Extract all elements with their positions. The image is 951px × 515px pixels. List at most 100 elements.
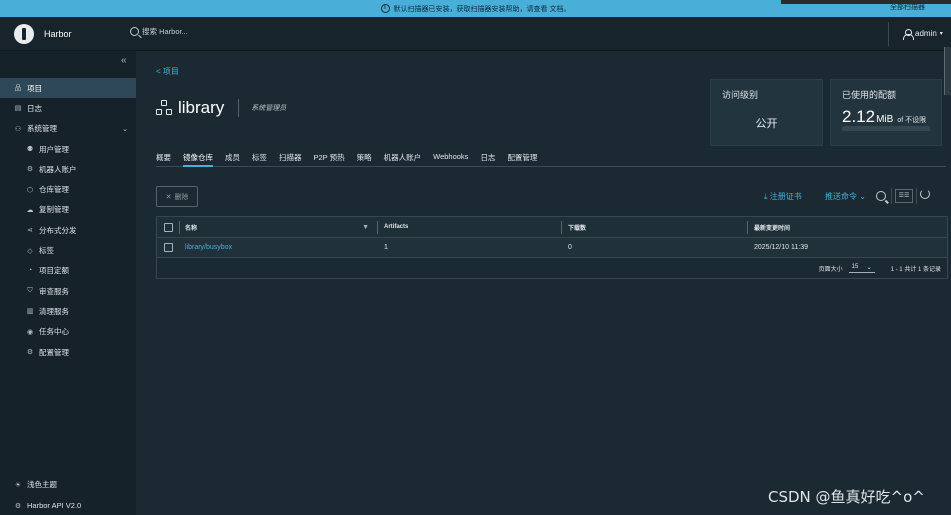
sidebar-item-logs[interactable]: ▤ 日志 <box>0 98 136 118</box>
table-footer: 页面大小 15 ⌄ 1 - 1 共计 1 条记录 <box>157 258 947 278</box>
registry-cert-link[interactable]: ⤓ 注册证书 <box>764 191 802 202</box>
users-icon: ⚉ <box>26 146 34 154</box>
theme-toggle[interactable]: ☀ 浅色主题 <box>0 474 136 495</box>
sidebar-item-replication[interactable]: ☁ 复制管理 <box>0 200 136 220</box>
tab-scanner[interactable]: 扫描器 <box>279 151 302 167</box>
push-command-dropdown[interactable]: 推送命令 ⌄ <box>825 191 866 202</box>
sidebar-item-tasks[interactable]: ◉ 任务中心 <box>0 322 136 342</box>
sidebar-item-registries[interactable]: ⬡ 仓库管理 <box>0 179 136 199</box>
project-icon <box>156 100 172 116</box>
sidebar-item-label: 任务中心 <box>39 327 69 337</box>
column-divider <box>561 221 562 234</box>
harbor-logo-icon[interactable] <box>14 23 34 44</box>
cert-label: 注册证书 <box>769 192 802 201</box>
tab-policy[interactable]: 策略 <box>357 151 372 167</box>
tab-logs[interactable]: 日志 <box>480 151 495 167</box>
sidebar-item-distribution[interactable]: ⋖ 分布式分发 <box>0 220 136 240</box>
tab-p2p-preheat[interactable]: P2P 预热 <box>314 151 345 167</box>
row-checkbox[interactable] <box>163 243 173 252</box>
scan-all-link[interactable]: 全部扫描器 <box>890 2 925 12</box>
col-artifacts-label: Artifacts <box>384 224 409 230</box>
sidebar-item-gc[interactable]: ▥ 清理服务 <box>0 301 136 321</box>
main-content: < 项目 library 系统管理员 访问级别 公开 已使用的配额 2.12 M… <box>136 51 951 515</box>
sidebar-item-label: 审查服务 <box>39 286 69 296</box>
api-link[interactable]: ⚙ Harbor API V2.0 <box>0 495 136 515</box>
select-all-checkbox[interactable] <box>163 222 173 232</box>
delete-button[interactable]: ✕ 删除 <box>156 186 198 207</box>
quota-usage: 2.12 MiB of 不设限 <box>842 107 926 127</box>
sidebar-item-label: 分布式分发 <box>39 225 77 235</box>
replication-icon: ☁ <box>26 206 34 214</box>
tab-labels[interactable]: 标签 <box>252 151 267 167</box>
col-time-label: 最新变更时间 <box>754 225 791 232</box>
sidebar-item-label: 清理服务 <box>39 306 69 316</box>
cell-name: library/busybox <box>179 238 377 257</box>
sidebar-item-label: 用户管理 <box>39 144 69 154</box>
sidebar-item-config[interactable]: ⚙ 配置管理 <box>0 342 136 362</box>
username: admin <box>915 29 937 38</box>
trash-icon: ▥ <box>26 308 34 316</box>
refresh-icon[interactable] <box>920 189 930 199</box>
sidebar-item-admin[interactable]: ⚇ 系统管理 ⌄ <box>0 119 136 139</box>
repo-toolbar: ✕ 删除 ⤓ 注册证书 推送命令 ⌄ ☰☰ <box>156 186 946 208</box>
sun-icon: ☀ <box>14 481 22 489</box>
header-divider <box>888 22 889 46</box>
tab-summary[interactable]: 概要 <box>156 151 171 167</box>
global-search[interactable] <box>130 27 262 36</box>
api-icon: ⚙ <box>14 502 22 510</box>
tab-configuration[interactable]: 配置管理 <box>507 151 537 167</box>
search-input[interactable] <box>142 27 262 36</box>
sidebar: « 品 项目 ▤ 日志 ⚇ 系统管理 ⌄ ⚉ 用户管理 ⚙ 机器人账户 ⬡ 仓库… <box>0 51 136 515</box>
filter-icon[interactable]: ▼ <box>362 224 369 231</box>
col-update-time[interactable]: 最新变更时间 <box>747 217 947 237</box>
sidebar-item-label: 日志 <box>27 103 42 113</box>
brand-name[interactable]: Harbor <box>44 29 72 39</box>
sidebar-nav: 品 项目 ▤ 日志 ⚇ 系统管理 ⌄ ⚉ 用户管理 ⚙ 机器人账户 ⬡ 仓库管理… <box>0 78 136 362</box>
collapse-sidebar-icon[interactable]: « <box>121 55 127 66</box>
sidebar-item-label: 复制管理 <box>39 205 69 215</box>
tag-icon: ◇ <box>27 247 33 255</box>
distribution-icon: ⋖ <box>27 227 33 235</box>
col-artifacts[interactable]: Artifacts <box>377 217 561 237</box>
breadcrumb[interactable]: < 项目 <box>156 66 179 77</box>
project-tabs: 概要 镜像仓库 成员 标签 扫描器 P2P 预热 策略 机器人账户 Webhoo… <box>156 151 946 167</box>
quota-unit: MiB <box>876 114 894 125</box>
sidebar-item-quotas[interactable]: ◔ 项目定额 <box>0 261 136 281</box>
cell-time: 2025/12/10 11:39 <box>754 244 808 251</box>
registry-icon: ⬡ <box>26 186 34 194</box>
download-icon: ⤓ <box>764 192 768 201</box>
sidebar-item-projects[interactable]: 品 项目 <box>0 78 136 99</box>
page-title: library 系统管理员 <box>156 98 286 118</box>
sidebar-item-users[interactable]: ⚉ 用户管理 <box>0 139 136 159</box>
delete-label: 删除 <box>174 193 189 201</box>
tab-webhooks[interactable]: Webhooks <box>433 151 468 167</box>
toolbar-divider <box>916 188 917 204</box>
table-header: 名称 ▼ Artifacts 下载数 最新变更时间 <box>157 217 947 238</box>
sidebar-item-label: 机器人账户 <box>39 164 77 174</box>
sidebar-item-robots[interactable]: ⚙ 机器人账户 <box>0 159 136 179</box>
column-divider <box>179 221 180 234</box>
col-name[interactable]: 名称 ▼ <box>179 217 377 237</box>
title-divider <box>238 99 240 117</box>
select-all-cell <box>157 217 179 237</box>
toolbar-divider <box>891 188 892 204</box>
tab-members[interactable]: 成员 <box>225 151 240 167</box>
view-toggle-icon[interactable]: ☰☰ <box>895 189 913 203</box>
quota-card: 已使用的配额 2.12 MiB of 不设限 <box>830 79 942 146</box>
push-label: 推送命令 <box>825 192 857 201</box>
page-size-select[interactable]: 15 ⌄ <box>848 263 875 273</box>
tab-robot-accounts[interactable]: 机器人账户 <box>384 151 422 167</box>
banner-message: 默认扫描器已安装，获取扫描器安装帮助，请查看 文档。 <box>393 5 571 13</box>
pagination-summary: 1 - 1 共计 1 条记录 <box>890 266 941 273</box>
admin-icon: ⚇ <box>14 125 22 133</box>
repo-link[interactable]: library/busybox <box>185 244 232 251</box>
api-label: Harbor API V2.0 <box>27 501 82 510</box>
sidebar-item-labels[interactable]: ◇ 标签 <box>0 240 136 260</box>
col-pulls[interactable]: 下载数 <box>561 217 747 237</box>
search-icon[interactable] <box>876 191 886 201</box>
page-size-value: 15 <box>851 263 859 270</box>
sidebar-item-interrogation[interactable]: ⛉ 审查服务 <box>0 281 136 301</box>
settings-icon: ⚙ <box>26 349 34 356</box>
tab-repositories[interactable]: 镜像仓库 <box>183 151 213 167</box>
user-menu[interactable]: admin ▾ <box>903 29 943 40</box>
